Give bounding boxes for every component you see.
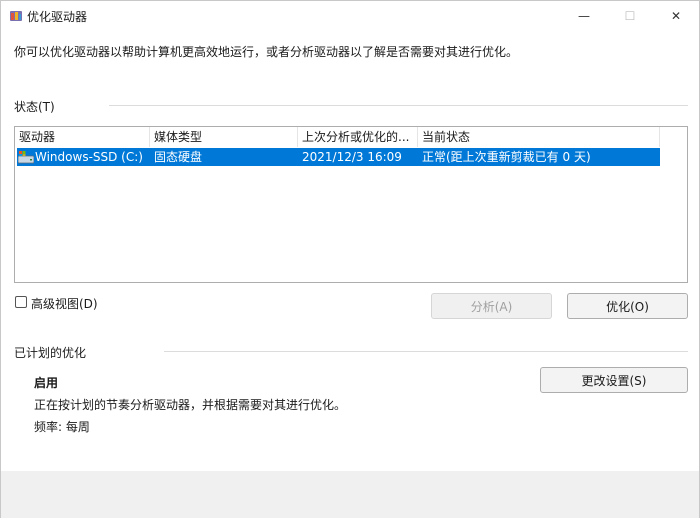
- footer-bar: [1, 471, 699, 518]
- drive-name: Windows-SSD (C:): [35, 150, 143, 164]
- drive-list[interactable]: 驱动器 媒体类型 上次分析或优化的... 当前状态 Windows-SSD (C…: [14, 126, 688, 283]
- defrag-app-icon: [10, 11, 22, 21]
- drive-list-header: 驱动器 媒体类型 上次分析或优化的... 当前状态: [15, 127, 660, 147]
- last-run: 2021/12/3 16:09: [302, 150, 402, 164]
- minimize-button[interactable]: —: [561, 1, 607, 31]
- analyze-button[interactable]: 分析(A): [431, 293, 552, 319]
- schedule-description: 正在按计划的节奏分析驱动器，并根据需要对其进行优化。: [34, 398, 347, 412]
- media-type: 固态硬盘: [154, 150, 203, 164]
- status-divider: [109, 105, 688, 106]
- column-header-current-status[interactable]: 当前状态: [418, 127, 660, 147]
- schedule-status: 启用: [34, 376, 59, 390]
- optimize-button[interactable]: 优化(O): [567, 293, 688, 319]
- title-bar[interactable]: 优化驱动器 — ☐ ✕: [1, 1, 699, 31]
- scheduled-section-label: 已计划的优化: [14, 346, 87, 360]
- table-row[interactable]: Windows-SSD (C:) 固态硬盘 2021/12/3 16:09 正常…: [17, 148, 660, 166]
- column-header-drive[interactable]: 驱动器: [15, 127, 150, 147]
- close-button[interactable]: ✕: [653, 1, 699, 31]
- maximize-button[interactable]: ☐: [607, 1, 653, 31]
- intro-text: 你可以优化驱动器以帮助计算机更高效地运行，或者分析驱动器以了解是否需要对其进行优…: [14, 45, 519, 59]
- column-header-media-type[interactable]: 媒体类型: [150, 127, 298, 147]
- column-header-last-run[interactable]: 上次分析或优化的...: [298, 127, 418, 147]
- status-section-label: 状态(T): [14, 100, 55, 114]
- change-settings-button[interactable]: 更改设置(S): [540, 367, 688, 393]
- optimize-drives-window: 优化驱动器 — ☐ ✕ 你可以优化驱动器以帮助计算机更高效地运行，或者分析驱动器…: [0, 0, 700, 518]
- current-status: 正常(距上次重新剪裁已有 0 天): [422, 150, 591, 164]
- scheduled-divider: [164, 351, 688, 352]
- window-title: 优化驱动器: [27, 10, 88, 24]
- schedule-frequency: 频率: 每周: [34, 420, 90, 434]
- drive-icon: [18, 151, 34, 164]
- advanced-view-checkbox[interactable]: [15, 296, 27, 308]
- advanced-view-label[interactable]: 高级视图(D): [31, 295, 98, 312]
